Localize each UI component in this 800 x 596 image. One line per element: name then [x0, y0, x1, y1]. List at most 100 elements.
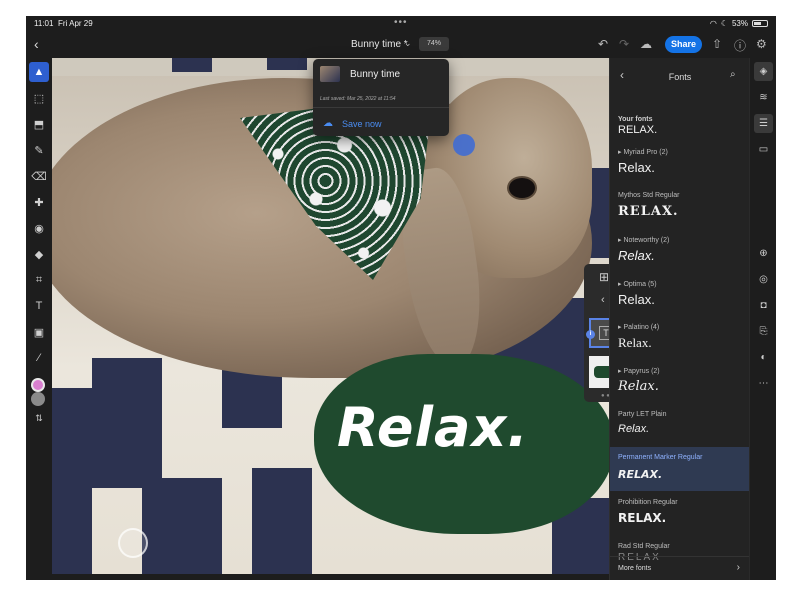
- font-name: ▸ Papyrus (2): [618, 368, 660, 375]
- last-saved-text: Last saved: Mar 25, 2022 at 11:54: [320, 96, 396, 102]
- help-icon[interactable]: ⓘ: [734, 37, 746, 54]
- cloud-upload-icon[interactable]: ☁: [323, 118, 333, 129]
- secondary-color-swatch[interactable]: [31, 392, 45, 406]
- font-sample: Relax.: [618, 335, 652, 350]
- font-item-prohibition[interactable]: Prohibition Regular RELAX.: [610, 499, 750, 539]
- save-popover: Bunny time Last saved: Mar 25, 2022 at 1…: [313, 59, 449, 136]
- rug-stripe: [142, 478, 222, 574]
- battery-icon: [752, 20, 768, 27]
- font-item-papyrus[interactable]: ▸ Papyrus (2) Relax.: [610, 367, 750, 407]
- type-tool-icon[interactable]: T: [29, 296, 49, 316]
- brush-tool-icon[interactable]: ✎: [29, 140, 49, 160]
- status-date: Fri Apr 29: [58, 19, 93, 28]
- mask-icon[interactable]: ◘: [754, 296, 773, 315]
- font-sample: RELAX.: [618, 204, 679, 219]
- font-name: ▸ Palatino (4): [618, 324, 660, 331]
- visibility-icon[interactable]: ◎: [754, 270, 773, 289]
- more-options-icon[interactable]: ⋯: [754, 374, 773, 393]
- clone-tool-icon[interactable]: ◉: [29, 218, 49, 238]
- back-button[interactable]: ‹: [34, 36, 39, 52]
- fill-tool-icon[interactable]: ◆: [29, 244, 49, 264]
- search-icon[interactable]: ⌕: [730, 69, 736, 80]
- undo-icon[interactable]: ↶: [598, 37, 608, 51]
- share-button[interactable]: Share: [665, 36, 702, 53]
- adjustments-icon[interactable]: ◐: [754, 348, 773, 367]
- status-bar: 11:01 Fri Apr 29 ••• ◠ ☾ 53%: [26, 16, 776, 32]
- right-toolbar: ◈ ≋ ☰ ▭ ⊕ ◎ ◘ ⎘ ◐ ⋯: [749, 58, 776, 580]
- font-item-palatino[interactable]: ▸ Palatino (4) Relax.: [610, 323, 750, 363]
- font-sample: RELAX.: [618, 468, 663, 481]
- multitask-dots[interactable]: •••: [394, 17, 408, 28]
- battery-percent: 53%: [731, 19, 748, 28]
- add-layer-panel-icon[interactable]: ⊕: [754, 244, 773, 263]
- gear-icon[interactable]: ⚙: [756, 37, 767, 51]
- status-right: ◠ ☾ 53%: [710, 19, 768, 28]
- collapse-layers-icon[interactable]: ‹: [601, 294, 605, 306]
- bunny-eye: [507, 176, 537, 200]
- font-item-party-let[interactable]: Party LET Plain Relax.: [610, 411, 750, 451]
- image-tool-icon[interactable]: ▣: [29, 322, 49, 342]
- zoom-level[interactable]: 74%: [419, 37, 449, 51]
- eyedropper-tool-icon[interactable]: ⁄: [29, 348, 49, 368]
- rug-stripe: [52, 388, 92, 574]
- more-fonts-label: More fonts: [618, 565, 652, 572]
- selection-tool-icon[interactable]: ⬒: [29, 114, 49, 134]
- properties-icon[interactable]: ☰: [754, 114, 773, 133]
- layer-stack-icon[interactable]: ≋: [754, 88, 773, 107]
- font-name: ▸ Noteworthy (2): [618, 237, 670, 244]
- layers-icon[interactable]: ◈: [754, 62, 773, 81]
- canvas-text-layer[interactable]: Relax.: [337, 396, 529, 459]
- font-sample: Relax.: [618, 423, 650, 435]
- redo-icon[interactable]: ↷: [619, 37, 629, 51]
- font-item-rad-std[interactable]: Rad Std Regular RELAX: [610, 543, 750, 563]
- chevron-down-icon[interactable]: ⌄: [404, 38, 412, 49]
- add-layer-icon[interactable]: ⊞: [599, 270, 609, 284]
- font-item-permanent-marker[interactable]: Permanent Marker Regular RELAX.: [610, 447, 750, 491]
- top-bar: ‹ Bunny time * ⌄ 74% ↶ ↷ ☁ Share ⇧ ⓘ ⚙: [26, 32, 776, 58]
- save-now-button[interactable]: Save now: [342, 119, 382, 129]
- eraser-tool-icon[interactable]: ⌫: [29, 166, 49, 186]
- font-item-noteworthy[interactable]: ▸ Noteworthy (2) Relax.: [610, 236, 750, 276]
- font-name: Party LET Plain: [618, 411, 667, 418]
- font-sample: RELAX.: [618, 124, 658, 136]
- wifi-icon: ◠: [709, 19, 717, 28]
- brush-cursor: [118, 528, 148, 558]
- comment-icon[interactable]: ▭: [754, 140, 773, 159]
- layer-info-badge[interactable]: i: [586, 330, 595, 339]
- status-time: 11:01: [34, 19, 54, 28]
- chevron-right-icon: ›: [736, 562, 740, 573]
- font-name: Prohibition Regular: [618, 499, 678, 506]
- rug-stripe: [92, 358, 162, 488]
- primary-color-swatch[interactable]: [31, 378, 45, 392]
- transform-tool-icon[interactable]: ⬚: [29, 88, 49, 108]
- font-sample: Relax.: [618, 292, 655, 307]
- left-toolbar: ▲ ⬚ ⬒ ✎ ⌫ ✚ ◉ ◆ ⌗ T ▣ ⁄ ⇅: [26, 58, 52, 580]
- ipad-screen: 11:01 Fri Apr 29 ••• ◠ ☾ 53% ‹ Bunny tim…: [26, 16, 776, 580]
- font-name: ▸ Optima (5): [618, 281, 657, 288]
- clip-icon[interactable]: ⎘: [754, 322, 773, 341]
- font-sample: Relax.: [618, 160, 655, 175]
- font-item[interactable]: RELAX.: [610, 124, 750, 138]
- fonts-panel: ‹ Fonts ⌕ Your fonts RELAX. ▸ Myriad Pro…: [609, 58, 750, 580]
- swap-colors-icon[interactable]: ⇅: [29, 408, 49, 428]
- font-name: ▸ Myriad Pro (2): [618, 149, 668, 156]
- crop-tool-icon[interactable]: ⌗: [29, 270, 49, 290]
- healing-tool-icon[interactable]: ✚: [29, 192, 49, 212]
- rug-stripe: [267, 58, 307, 70]
- font-sample: Relax.: [618, 379, 659, 394]
- touch-indicator: [453, 134, 475, 156]
- font-item-myriad-pro[interactable]: ▸ Myriad Pro (2) Relax.: [610, 148, 750, 188]
- select-tool-icon[interactable]: ▲: [29, 62, 49, 82]
- your-fonts-heading: Your fonts: [618, 116, 653, 123]
- font-item-mythos[interactable]: Mythos Std Regular RELAX.: [610, 192, 750, 232]
- font-sample: RELAX.: [618, 511, 667, 525]
- rug-stripe: [172, 58, 212, 72]
- fonts-panel-title: Fonts: [668, 72, 692, 82]
- font-sample: Relax.: [618, 248, 655, 263]
- moon-icon: ☾: [720, 19, 728, 28]
- more-fonts-row[interactable]: More fonts ›: [610, 556, 750, 580]
- cloud-icon[interactable]: ☁: [640, 37, 652, 51]
- font-item-optima[interactable]: ▸ Optima (5) Relax.: [610, 280, 750, 320]
- export-icon[interactable]: ⇧: [712, 37, 722, 51]
- document-title[interactable]: Bunny time *: [351, 39, 408, 50]
